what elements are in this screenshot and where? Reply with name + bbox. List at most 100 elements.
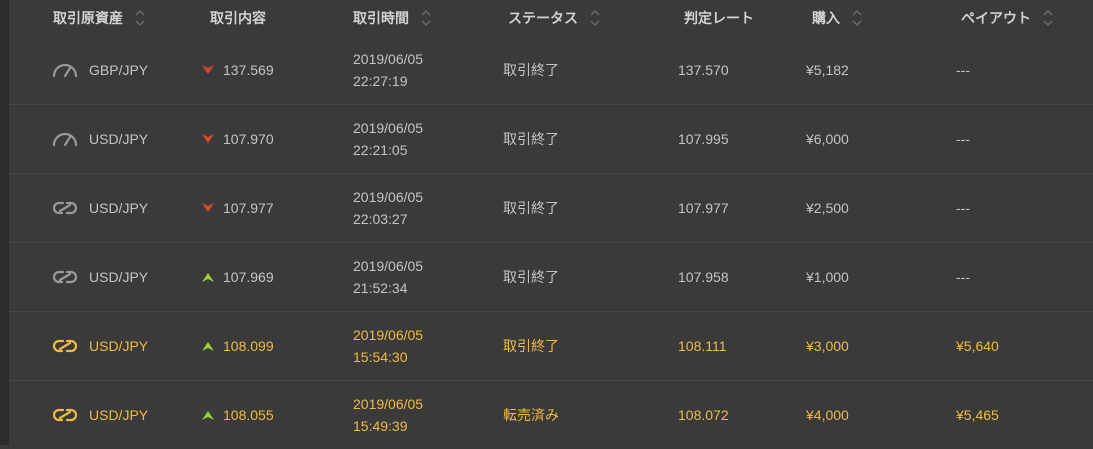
sort-icon[interactable] [1041, 7, 1055, 29]
trade-content-cell: 107.969 [202, 243, 274, 311]
trade-time-cell: 2019/06/05 22:27:19 [353, 36, 423, 104]
trade-clock: 22:27:19 [353, 73, 408, 89]
trade-clock: 15:54:30 [353, 349, 408, 365]
entry-rate: 108.099 [223, 338, 274, 354]
judgement-rate-cell: 107.958 [678, 269, 729, 285]
chain-link-icon [52, 270, 78, 284]
trade-date: 2019/06/05 [353, 258, 424, 274]
arrow-up-icon [202, 342, 214, 351]
table-header: 取引原資産 取引内容 取引時間 ステータス 判定レート 購入 ペイアウト [9, 0, 1093, 36]
purchase-cell: ¥1,000 [806, 269, 849, 285]
purchase-cell: ¥2,500 [806, 200, 849, 216]
column-header-payout-label: ペイアウト [961, 10, 1031, 26]
status-cell: 転売済み [503, 407, 559, 423]
column-header-purchase[interactable]: 購入 [812, 0, 864, 36]
trade-date: 2019/06/05 [353, 51, 424, 67]
left-gutter [0, 0, 9, 445]
table-row[interactable]: USD/JPY 108.099 2019/06/05 15:54:30 取引終了 108.… [9, 312, 1093, 381]
trade-date: 2019/06/05 [353, 189, 424, 205]
column-header-asset-label: 取引原資産 [53, 10, 123, 26]
entry-rate: 107.977 [223, 200, 274, 216]
trade-date: 2019/06/05 [353, 120, 424, 136]
trade-time-cell: 2019/06/05 15:49:39 [353, 381, 423, 449]
column-header-payout[interactable]: ペイアウト [961, 0, 1055, 36]
purchase-cell: ¥5,182 [806, 62, 849, 78]
trade-history-table: 取引原資産 取引内容 取引時間 ステータス 判定レート 購入 ペイアウト GBP… [9, 0, 1093, 445]
trade-history-panel: 取引原資産 取引内容 取引時間 ステータス 判定レート 購入 ペイアウト GBP… [0, 0, 1093, 445]
column-header-content: 取引内容 [210, 0, 266, 36]
entry-rate: 108.055 [223, 407, 274, 423]
arrow-down-icon [202, 65, 214, 74]
column-header-time[interactable]: 取引時間 [353, 0, 433, 36]
asset-name: USD/JPY [89, 200, 149, 216]
chain-link-icon [52, 339, 78, 353]
trade-time-cell: 2019/06/05 22:21:05 [353, 105, 423, 173]
trade-content-cell: 107.970 [202, 105, 274, 173]
column-header-asset[interactable]: 取引原資産 [53, 0, 147, 36]
table-row[interactable]: USD/JPY 107.970 2019/06/05 22:21:05 取引終了 107.… [9, 105, 1093, 174]
status-cell: 取引終了 [503, 131, 559, 147]
trade-time-cell: 2019/06/05 15:54:30 [353, 312, 423, 380]
asset-cell: GBP/JPY [51, 36, 148, 104]
asset-name: GBP/JPY [89, 62, 149, 78]
column-header-status[interactable]: ステータス [508, 0, 602, 36]
speedometer-icon [52, 132, 78, 147]
entry-rate: 107.970 [223, 131, 274, 147]
purchase-cell: ¥6,000 [806, 131, 849, 147]
status-cell: 取引終了 [503, 338, 559, 354]
trade-date: 2019/06/05 [353, 327, 424, 343]
trade-content-cell: 107.977 [202, 174, 274, 242]
payout-cell: ¥5,465 [956, 407, 999, 423]
asset-cell: USD/JPY [51, 312, 148, 380]
sort-icon[interactable] [588, 7, 602, 29]
trade-clock: 15:49:39 [353, 418, 408, 434]
payout-cell: ¥5,640 [956, 338, 999, 354]
asset-cell: USD/JPY [51, 381, 148, 449]
asset-name: USD/JPY [89, 269, 149, 285]
trade-time-cell: 2019/06/05 21:52:34 [353, 243, 423, 311]
trade-content-cell: 108.099 [202, 312, 274, 380]
entry-rate: 137.569 [223, 62, 274, 78]
sort-icon[interactable] [133, 7, 147, 29]
sort-icon[interactable] [850, 7, 864, 29]
arrow-down-icon [202, 203, 214, 212]
judgement-rate-cell: 107.977 [678, 200, 729, 216]
payout-cell: --- [956, 200, 970, 216]
column-header-time-label: 取引時間 [353, 10, 409, 26]
sort-icon[interactable] [419, 7, 433, 29]
trade-clock: 21:52:34 [353, 280, 408, 296]
column-header-status-label: ステータス [508, 10, 578, 26]
status-cell: 取引終了 [503, 62, 559, 78]
payout-cell: --- [956, 131, 970, 147]
column-header-content-label: 取引内容 [210, 10, 266, 26]
chain-link-icon [52, 201, 78, 215]
asset-cell: USD/JPY [51, 174, 148, 242]
status-cell: 取引終了 [503, 200, 559, 216]
asset-name: USD/JPY [89, 131, 149, 147]
arrow-down-icon [202, 134, 214, 143]
asset-name: USD/JPY [89, 407, 149, 423]
column-header-rate-label: 判定レート [684, 10, 754, 26]
entry-rate: 107.969 [223, 269, 274, 285]
judgement-rate-cell: 137.570 [678, 62, 729, 78]
arrow-up-icon [202, 411, 214, 420]
table-row[interactable]: USD/JPY 107.969 2019/06/05 21:52:34 取引終了 107.… [9, 243, 1093, 312]
table-row[interactable]: USD/JPY 107.977 2019/06/05 22:03:27 取引終了 107.… [9, 174, 1093, 243]
judgement-rate-cell: 108.111 [678, 338, 727, 354]
purchase-cell: ¥4,000 [806, 407, 849, 423]
chain-link-icon [52, 408, 78, 422]
trade-content-cell: 108.055 [202, 381, 274, 449]
trade-clock: 22:21:05 [353, 142, 408, 158]
speedometer-icon [52, 63, 78, 78]
column-header-rate: 判定レート [684, 0, 754, 36]
asset-cell: USD/JPY [51, 243, 148, 311]
table-row[interactable]: USD/JPY 108.055 2019/06/05 15:49:39 転売済み 108.… [9, 381, 1093, 449]
table-row[interactable]: GBP/JPY 137.569 2019/06/05 22:27:19 取引終了 137.… [9, 36, 1093, 105]
asset-name: USD/JPY [89, 338, 149, 354]
asset-cell: USD/JPY [51, 105, 148, 173]
arrow-up-icon [202, 273, 214, 282]
payout-cell: --- [956, 62, 970, 78]
judgement-rate-cell: 108.072 [678, 407, 729, 423]
column-header-purchase-label: 購入 [812, 10, 840, 26]
trade-time-cell: 2019/06/05 22:03:27 [353, 174, 423, 242]
